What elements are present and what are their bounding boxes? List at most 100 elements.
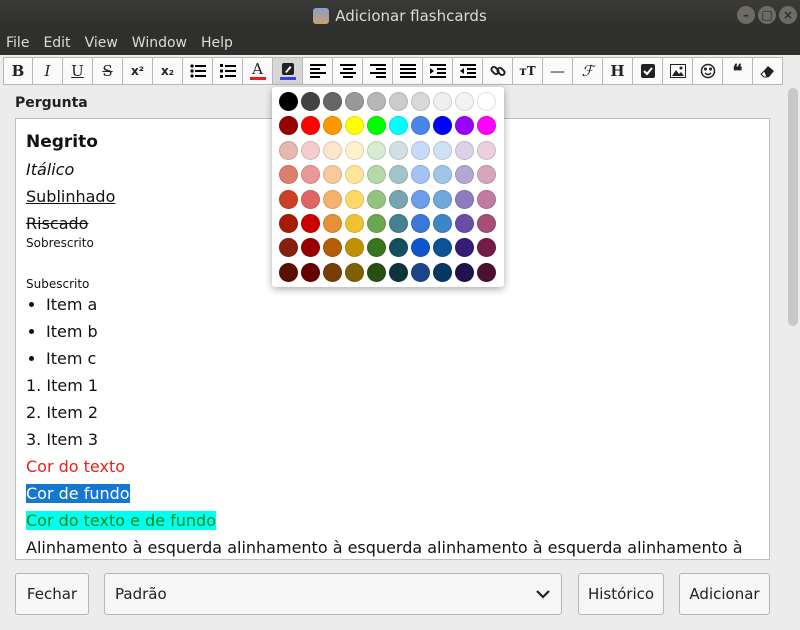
color-swatch[interactable] bbox=[411, 116, 430, 136]
color-swatch[interactable] bbox=[367, 140, 386, 160]
color-swatch[interactable] bbox=[279, 92, 298, 111]
color-swatch[interactable] bbox=[455, 189, 474, 209]
color-swatch[interactable] bbox=[301, 214, 320, 233]
color-swatch[interactable] bbox=[367, 238, 386, 258]
color-swatch[interactable] bbox=[301, 140, 320, 160]
strikethrough-button[interactable]: S bbox=[93, 57, 123, 85]
superscript-button[interactable]: x² bbox=[123, 57, 153, 85]
color-swatch[interactable] bbox=[279, 238, 298, 258]
menu-file[interactable]: File bbox=[6, 35, 29, 51]
color-swatch[interactable] bbox=[367, 189, 386, 209]
color-swatch[interactable] bbox=[477, 92, 496, 111]
color-swatch[interactable] bbox=[345, 214, 364, 233]
color-swatch[interactable] bbox=[367, 165, 386, 185]
close-window-button[interactable]: × bbox=[779, 6, 797, 24]
color-swatch[interactable] bbox=[367, 262, 386, 282]
color-swatch[interactable] bbox=[279, 116, 298, 136]
align-left-button[interactable] bbox=[303, 57, 333, 85]
color-swatch[interactable] bbox=[389, 140, 408, 160]
underline-button[interactable]: U bbox=[63, 57, 93, 85]
color-swatch[interactable] bbox=[477, 262, 496, 282]
color-swatch[interactable] bbox=[367, 214, 386, 233]
text-color-button[interactable]: A bbox=[243, 57, 273, 85]
color-swatch[interactable] bbox=[411, 238, 430, 258]
italic-button[interactable]: I bbox=[33, 57, 63, 85]
maximize-button[interactable]: □ bbox=[758, 6, 776, 24]
color-swatch[interactable] bbox=[455, 92, 474, 111]
minimize-button[interactable]: – bbox=[737, 6, 755, 24]
color-swatch[interactable] bbox=[411, 262, 430, 282]
color-swatch[interactable] bbox=[433, 262, 452, 282]
color-swatch[interactable] bbox=[301, 116, 320, 136]
color-swatch[interactable] bbox=[301, 92, 320, 111]
color-swatch[interactable] bbox=[279, 262, 298, 282]
color-swatch[interactable] bbox=[323, 262, 342, 282]
align-center-button[interactable] bbox=[333, 57, 363, 85]
checkbox-button[interactable] bbox=[633, 57, 663, 85]
color-swatch[interactable] bbox=[477, 189, 496, 209]
color-swatch[interactable] bbox=[345, 116, 364, 136]
color-swatch[interactable] bbox=[323, 165, 342, 185]
heading-button[interactable]: H bbox=[603, 57, 633, 85]
color-swatch[interactable] bbox=[389, 92, 408, 111]
color-swatch[interactable] bbox=[279, 189, 298, 209]
link-button[interactable] bbox=[483, 57, 513, 85]
color-swatch[interactable] bbox=[323, 140, 342, 160]
color-swatch[interactable] bbox=[411, 214, 430, 233]
color-swatch[interactable] bbox=[279, 165, 298, 185]
color-swatch[interactable] bbox=[301, 238, 320, 258]
subscript-button[interactable]: x₂ bbox=[153, 57, 183, 85]
menu-edit[interactable]: Edit bbox=[43, 35, 70, 51]
color-swatch[interactable] bbox=[323, 214, 342, 233]
color-swatch[interactable] bbox=[477, 214, 496, 233]
color-swatch[interactable] bbox=[323, 92, 342, 111]
color-swatch[interactable] bbox=[345, 262, 364, 282]
bullet-list-button[interactable] bbox=[183, 57, 213, 85]
numbered-list-button[interactable] bbox=[213, 57, 243, 85]
scrollbar-thumb[interactable] bbox=[788, 88, 798, 326]
color-swatch[interactable] bbox=[301, 165, 320, 185]
color-swatch[interactable] bbox=[345, 189, 364, 209]
color-swatch[interactable] bbox=[389, 238, 408, 258]
color-swatch[interactable] bbox=[455, 116, 474, 136]
color-swatch[interactable] bbox=[389, 262, 408, 282]
image-button[interactable] bbox=[663, 57, 693, 85]
color-swatch[interactable] bbox=[411, 165, 430, 185]
color-swatch[interactable] bbox=[345, 92, 364, 111]
color-swatch[interactable] bbox=[433, 238, 452, 258]
color-swatch[interactable] bbox=[455, 140, 474, 160]
color-swatch[interactable] bbox=[389, 189, 408, 209]
color-swatch[interactable] bbox=[411, 189, 430, 209]
color-swatch[interactable] bbox=[455, 238, 474, 258]
highlight-color-button[interactable] bbox=[273, 57, 303, 85]
color-swatch[interactable] bbox=[433, 214, 452, 233]
color-swatch[interactable] bbox=[345, 165, 364, 185]
color-swatch[interactable] bbox=[301, 262, 320, 282]
color-swatch[interactable] bbox=[367, 92, 386, 111]
formula-button[interactable]: ℱ bbox=[573, 57, 603, 85]
color-swatch[interactable] bbox=[279, 140, 298, 160]
color-swatch[interactable] bbox=[389, 214, 408, 233]
color-swatch[interactable] bbox=[323, 116, 342, 136]
blockquote-button[interactable]: ❝ bbox=[723, 57, 753, 85]
history-button[interactable]: Histórico bbox=[578, 573, 664, 615]
color-swatch[interactable] bbox=[389, 116, 408, 136]
color-swatch[interactable] bbox=[433, 165, 452, 185]
color-swatch[interactable] bbox=[367, 116, 386, 136]
color-swatch[interactable] bbox=[455, 214, 474, 233]
color-swatch[interactable] bbox=[433, 92, 452, 111]
color-swatch[interactable] bbox=[345, 140, 364, 160]
color-swatch[interactable] bbox=[323, 189, 342, 209]
color-swatch[interactable] bbox=[433, 116, 452, 136]
indent-button[interactable] bbox=[423, 57, 453, 85]
color-swatch[interactable] bbox=[389, 165, 408, 185]
color-swatch[interactable] bbox=[455, 165, 474, 185]
color-swatch[interactable] bbox=[477, 140, 496, 160]
color-swatch[interactable] bbox=[345, 238, 364, 258]
color-swatch[interactable] bbox=[301, 189, 320, 209]
horizontal-rule-button[interactable]: — bbox=[543, 57, 573, 85]
color-swatch[interactable] bbox=[433, 140, 452, 160]
color-swatch[interactable] bbox=[411, 140, 430, 160]
menu-help[interactable]: Help bbox=[201, 35, 233, 51]
add-button[interactable]: Adicionar bbox=[679, 573, 770, 615]
